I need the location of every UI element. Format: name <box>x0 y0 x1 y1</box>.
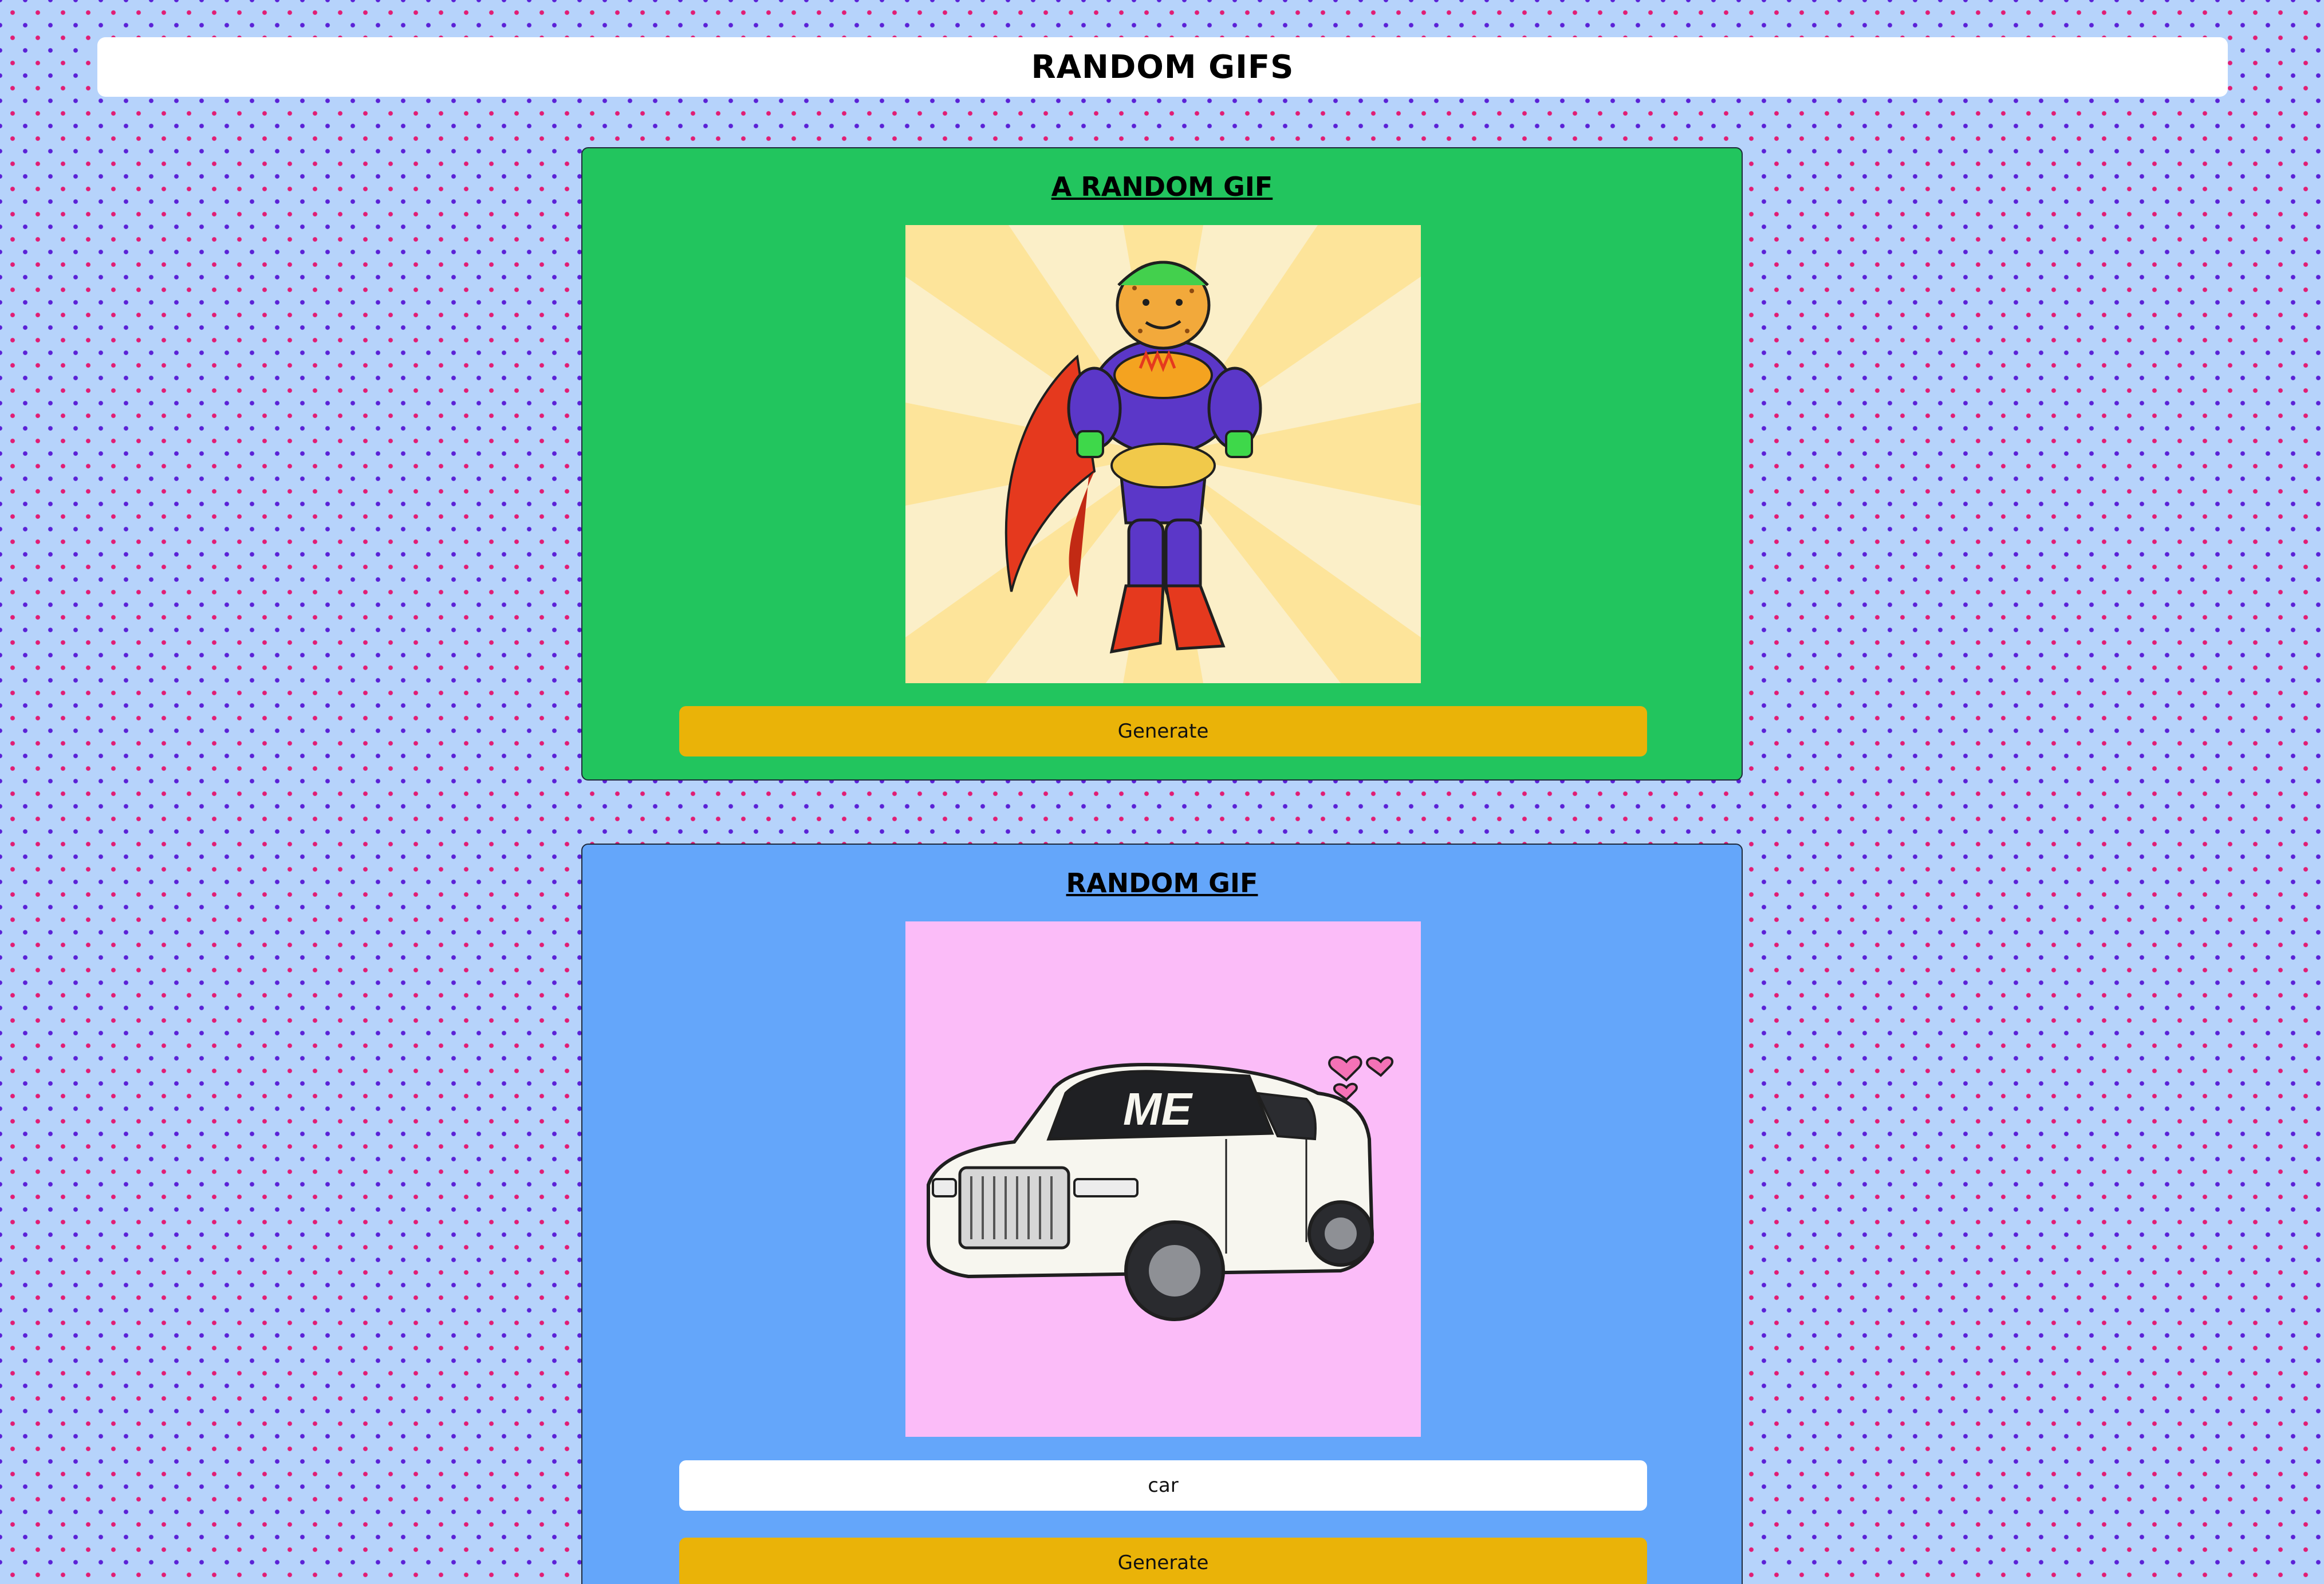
tag-gif-card: RANDOM GIF ME car Generate <box>581 844 1743 1584</box>
car-windshield-text: ME <box>1123 1083 1193 1134</box>
page-header: RANDOM GIFS <box>97 37 2228 97</box>
page-title: RANDOM GIFS <box>1031 48 1294 86</box>
random-gif-card-title: A RANDOM GIF <box>1051 171 1273 202</box>
tag-gif-image: ME <box>905 921 1421 1437</box>
tag-generate-button[interactable]: Generate <box>679 1538 1647 1584</box>
random-gif-image <box>905 225 1421 683</box>
random-gif-card: A RANDOM GIF Generate <box>581 147 1743 781</box>
random-generate-button[interactable]: Generate <box>679 706 1647 756</box>
tag-gif-card-title: RANDOM GIF <box>1066 868 1258 899</box>
car-illustration: ME <box>905 921 1421 1437</box>
tag-search-input[interactable] <box>679 1460 1647 1511</box>
taco-superhero-illustration <box>905 225 1421 683</box>
